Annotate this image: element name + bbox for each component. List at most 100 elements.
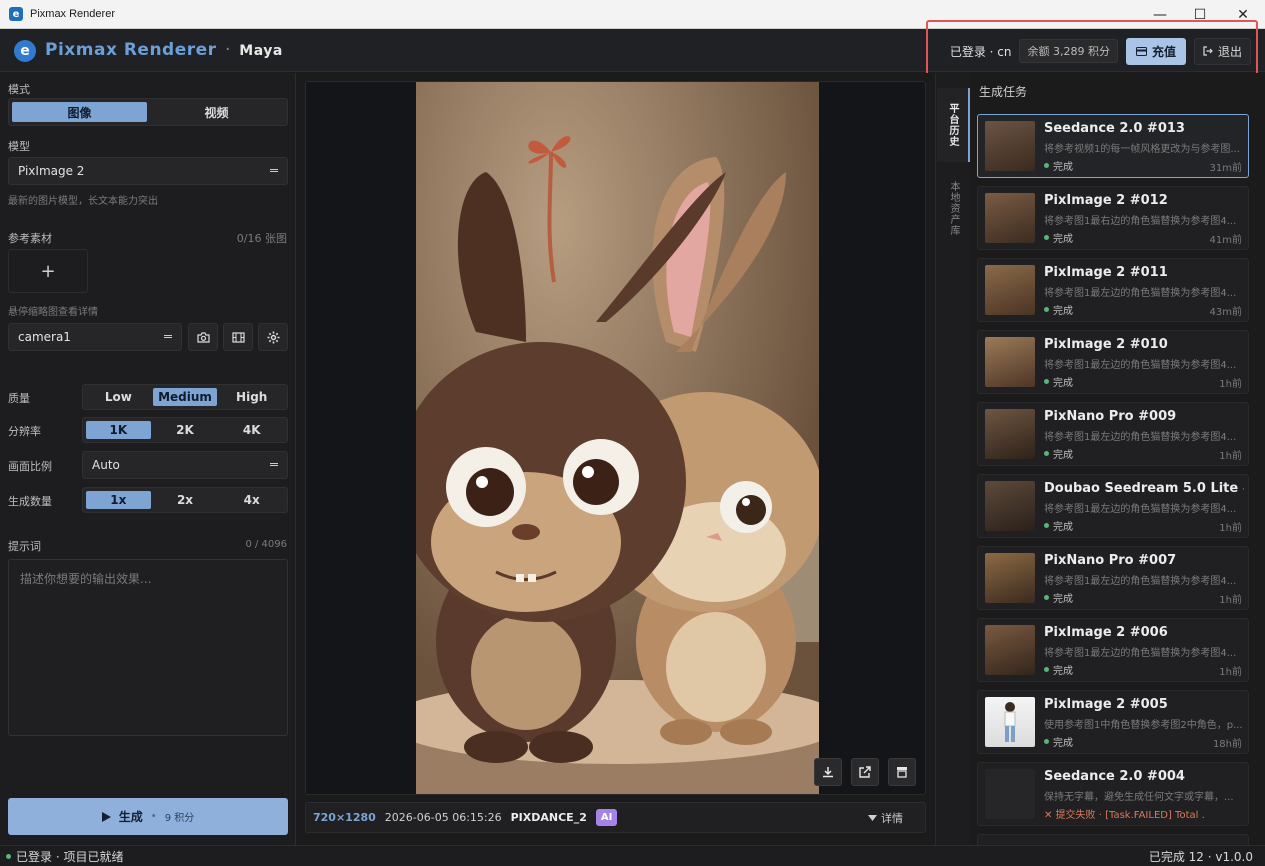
- archive-button[interactable]: [888, 758, 916, 786]
- task-status-text: 完成: [1053, 234, 1073, 245]
- task-title: PixImage 2 #010: [1044, 337, 1168, 352]
- prompt-input[interactable]: 描述你想要的输出效果...: [8, 559, 288, 736]
- task-status-text: ✕ 提交失败 · [Task.FAILED] Total ...: [1044, 810, 1204, 821]
- quality-high-option[interactable]: High: [219, 388, 284, 406]
- count-2x-option[interactable]: 2x: [153, 491, 218, 509]
- tab-local-assets[interactable]: 本地资产库: [937, 168, 970, 248]
- count-1x-option[interactable]: 1x: [86, 491, 151, 509]
- count-toggle: 1x 2x 4x: [82, 487, 288, 513]
- detail-label: 详情: [881, 811, 903, 825]
- task-status-text: 完成: [1053, 450, 1073, 461]
- task-thumbnail: [985, 553, 1035, 603]
- task-title: PixImage 2 #005: [1044, 697, 1168, 712]
- task-item[interactable]: Doubao Seedream 5.0 Lite #... 将参考图1最左边的角…: [977, 474, 1249, 538]
- tab-platform-history[interactable]: 平台历史: [937, 88, 970, 162]
- close-window-button[interactable]: ✕: [1221, 0, 1265, 29]
- maximize-button[interactable]: ☐: [1178, 0, 1222, 29]
- mode-image-option[interactable]: 图像: [12, 102, 147, 122]
- task-status: 完成: [1044, 590, 1204, 605]
- task-item[interactable]: PixImage 2 #005 使用参考图1中角色替换参考图2中角色，p... …: [977, 690, 1249, 754]
- camera-capture-button[interactable]: [188, 323, 218, 351]
- mode-toggle: 图像 视频: [8, 98, 288, 126]
- generate-button[interactable]: 生成 • 9 积分: [8, 798, 288, 835]
- task-description: 将参考图1最左边的角色猫替换为参考图4...: [1044, 576, 1237, 587]
- download-icon: [823, 767, 833, 778]
- task-item[interactable]: PixNano Pro #009 将参考图1最左边的角色猫替换为参考图4... …: [977, 402, 1249, 466]
- prompt-char-count: 0 / 4096: [245, 539, 287, 550]
- logo-icon: e: [14, 40, 36, 62]
- status-left: 已登录 · 项目已就绪: [16, 849, 124, 864]
- task-status: 完成: [1044, 518, 1204, 533]
- task-time: 31m前: [1209, 163, 1242, 174]
- camera-select[interactable]: camera1: [8, 323, 182, 351]
- generated-image[interactable]: [416, 82, 819, 794]
- model-select[interactable]: PixImage 2: [8, 157, 288, 185]
- generate-separator: •: [150, 811, 157, 822]
- task-thumbnail: [985, 481, 1035, 531]
- quality-toggle: Low Medium High: [82, 384, 288, 410]
- count-4x-option[interactable]: 4x: [219, 491, 284, 509]
- model-hint: 最新的图片模型，长文本能力突出: [8, 196, 158, 207]
- task-status: 完成: [1044, 302, 1204, 317]
- quality-low-option[interactable]: Low: [86, 388, 151, 406]
- gear-icon: [267, 331, 279, 343]
- task-time: 1h前: [1219, 595, 1242, 606]
- user-name: Maya: [239, 43, 283, 59]
- task-item[interactable]: PixImage 2 #012 将参考图1最右边的角色猫替换为参考图4... 完…: [977, 186, 1249, 250]
- model-value: PixImage 2: [18, 164, 85, 178]
- logout-button[interactable]: 退出: [1193, 37, 1251, 65]
- task-item[interactable]: PixImage 2 #010 将参考图1最左边的角色猫替换为参考图4... 完…: [977, 330, 1249, 394]
- open-external-button[interactable]: [851, 758, 879, 786]
- add-reference-button[interactable]: +: [8, 249, 88, 293]
- status-dot-icon: [6, 853, 11, 859]
- resolution-label: 分辨率: [8, 425, 41, 438]
- reference-count: 0/16 张图: [236, 232, 287, 245]
- image-viewer: [305, 81, 926, 795]
- task-item[interactable]: PixImage 2 #011 将参考图1最左边的角色猫替换为参考图4... 完…: [977, 258, 1249, 322]
- download-button[interactable]: [814, 758, 842, 786]
- app-icon: e: [9, 7, 23, 21]
- count-label: 生成数量: [8, 495, 52, 508]
- task-item[interactable]: PixImage 2 #006 将参考图1最左边的角色猫替换为参考图4... 完…: [977, 618, 1249, 682]
- window-title: Pixmax Renderer: [30, 8, 115, 20]
- aspect-value: Auto: [92, 458, 120, 472]
- task-status: 完成: [1044, 734, 1204, 749]
- aspect-select[interactable]: Auto: [82, 451, 288, 479]
- task-thumbnail: [985, 769, 1035, 819]
- task-item[interactable]: [977, 834, 1249, 845]
- logout-icon: [1203, 46, 1213, 56]
- quality-medium-option[interactable]: Medium: [152, 388, 218, 406]
- detail-toggle[interactable]: 详情: [868, 810, 903, 826]
- ai-badge: AI: [595, 809, 618, 826]
- image-timestamp: 2026-06-05 06:15:26: [384, 811, 502, 824]
- recharge-button[interactable]: 充值: [1125, 37, 1186, 65]
- film-icon: [231, 331, 245, 343]
- generate-label: 生成: [118, 810, 143, 824]
- reference-label: 参考素材: [8, 232, 52, 245]
- character-illustration: [416, 82, 819, 794]
- person-thumbnail-art: [1004, 702, 1016, 742]
- mode-label: 模式: [8, 83, 30, 96]
- resolution-1k-option[interactable]: 1K: [86, 421, 151, 439]
- task-item[interactable]: Seedance 2.0 #004 保持无字幕，避免生成任何文字或字幕，... …: [977, 762, 1249, 826]
- task-status-text: 完成: [1053, 666, 1073, 677]
- task-title: Doubao Seedream 5.0 Lite #...: [1044, 481, 1244, 496]
- mode-video-option[interactable]: 视频: [149, 102, 284, 122]
- task-item[interactable]: PixNano Pro #007 将参考图1最左边的角色猫替换为参考图4... …: [977, 546, 1249, 610]
- video-reference-button[interactable]: [223, 323, 253, 351]
- task-time: 1h前: [1219, 451, 1242, 462]
- task-item[interactable]: Seedance 2.0 #013 将参考视频1的每一帧风格更改为与参考图...…: [977, 114, 1249, 178]
- minimize-button[interactable]: —: [1138, 0, 1182, 29]
- model-label: 模型: [8, 140, 30, 153]
- model-tag: PIXDANCE_2: [510, 811, 587, 824]
- minimize-icon: —: [1153, 6, 1167, 23]
- app-header: e Pixmax Renderer · Maya 已登录 · cn 余额 3,2…: [0, 29, 1265, 72]
- task-title: PixImage 2 #011: [1044, 265, 1168, 280]
- resolution-toggle: 1K 2K 4K: [82, 417, 288, 443]
- maximize-icon: ☐: [1193, 6, 1207, 23]
- resolution-4k-option[interactable]: 4K: [219, 421, 284, 439]
- camera-settings-button[interactable]: [258, 323, 288, 351]
- task-title: PixNano Pro #009: [1044, 409, 1177, 424]
- resolution-2k-option[interactable]: 2K: [153, 421, 218, 439]
- play-icon: [101, 811, 111, 822]
